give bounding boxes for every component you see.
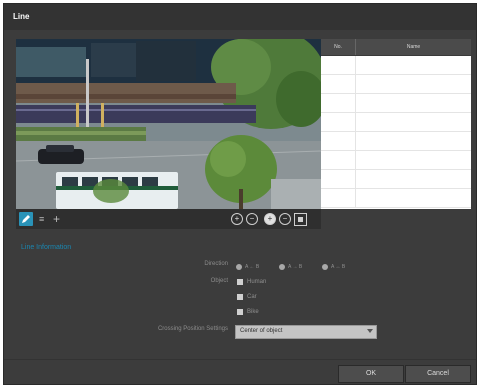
crosshair-icon[interactable]: + [53,212,60,226]
fit-window-icon[interactable] [294,213,307,226]
table-cell [321,151,356,169]
object-checkbox-car[interactable]: Car [237,294,257,300]
table-row[interactable] [321,132,471,151]
table-cell [356,113,471,131]
table-row[interactable] [321,189,471,208]
checkbox-icon [237,279,243,285]
section-title: Line Information [21,244,72,251]
line-list-table: No. Name [321,39,471,209]
radio-icon [322,264,328,270]
table-cell [321,113,356,131]
checkbox-label: Human [247,279,267,285]
zoom-out-icon[interactable]: − [246,213,258,225]
checkbox-icon [237,309,243,315]
zoom-in-icon[interactable]: + [231,213,243,225]
zoom-group-left: + − [231,213,258,225]
crossing-position-select[interactable]: Center of object [235,325,377,339]
dialog-title: Line [13,12,30,21]
table-row[interactable] [321,151,471,170]
direction-radio-ab-both[interactable]: A ↔ B [322,264,345,270]
table-cell [356,170,471,188]
table-cell [321,94,356,112]
object-checkbox-human[interactable]: Human [237,279,266,285]
table-header: No. Name [321,39,471,56]
table-cell [356,151,471,169]
camera-image [16,39,321,209]
table-row[interactable] [321,94,471,113]
table-cell [321,132,356,150]
table-cell [356,75,471,93]
drawing-toolbar: ≡ + + − + − [16,209,321,229]
zoom-group-right: + − [264,213,291,225]
table-cell [321,189,356,207]
object-label: Object [210,278,228,284]
column-header-no: No. [321,39,356,55]
object-checkbox-bike[interactable]: Bike [237,309,259,315]
table-cell [356,189,471,207]
table-cell [321,170,356,188]
direction-radio-ab-left[interactable]: A ← B [236,264,259,270]
table-row[interactable] [321,75,471,94]
table-row[interactable] [321,170,471,189]
table-row[interactable] [321,113,471,132]
table-cell [356,132,471,150]
pencil-icon[interactable] [19,212,33,226]
cancel-button[interactable]: Cancel [405,365,471,383]
direction-label: Direction [204,261,228,267]
table-cell [321,56,356,74]
table-cell [356,56,471,74]
chevron-down-icon [367,329,373,333]
crossing-position-label: Crossing Position Settings [157,326,228,332]
list-icon[interactable]: ≡ [39,214,49,224]
ok-button[interactable]: OK [338,365,404,383]
camera-video-view[interactable] [16,39,321,209]
radio-label: A ↔ B [331,264,346,270]
table-row[interactable] [321,56,471,75]
title-bar: Line [4,4,476,30]
zoom-in-icon[interactable]: + [264,213,276,225]
zoom-out-icon[interactable]: − [279,213,291,225]
table-cell [321,75,356,93]
checkbox-label: Bike [247,309,259,315]
column-header-name: Name [406,44,421,50]
direction-radio-ab-right[interactable]: A → B [279,264,302,270]
checkbox-label: Car [247,294,257,300]
footer-divider [4,359,476,360]
checkbox-icon [237,294,243,300]
table-cell [356,94,471,112]
radio-label: A → B [288,264,303,270]
radio-icon [279,264,285,270]
select-value: Center of object [240,328,283,334]
line-dialog: Line No. Name ≡ + + − + − Line Informati… [3,3,477,385]
radio-icon [236,264,242,270]
radio-label: A ← B [245,264,260,270]
